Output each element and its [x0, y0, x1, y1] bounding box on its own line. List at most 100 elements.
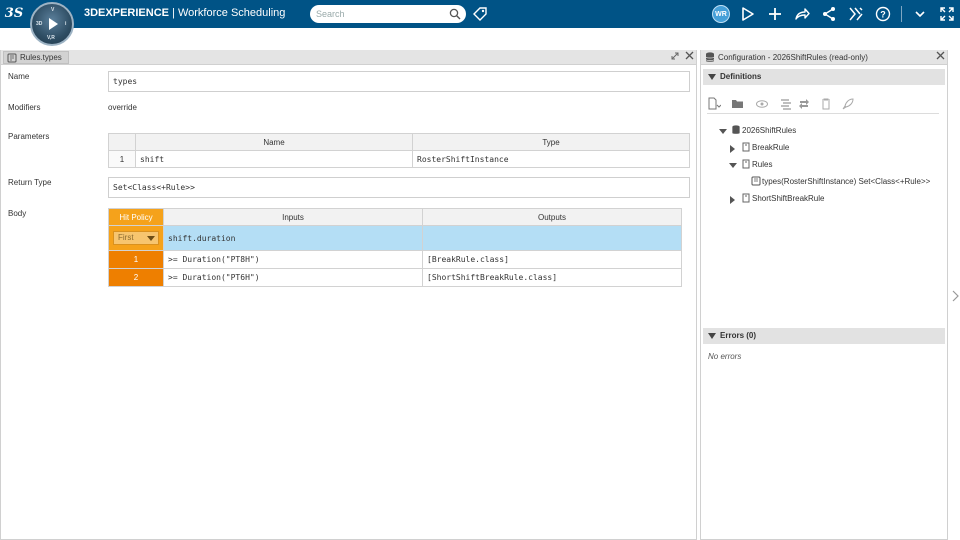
apps-icon[interactable]: [847, 5, 865, 23]
compass-play-icon: [49, 18, 58, 30]
expand-arrow-icon[interactable]: [730, 196, 735, 204]
app-name: Workforce Scheduling: [177, 7, 286, 19]
configuration-title: Configuration - 2026ShiftRules (read-onl…: [718, 53, 868, 62]
tab-rules-types[interactable]: Rules.types: [3, 51, 69, 64]
user-initials: WR: [715, 10, 727, 18]
tree-node-2026shiftrules[interactable]: 2026ShiftRules: [719, 125, 797, 135]
rule-output-cell[interactable]: [BreakRule.class]: [422, 250, 682, 269]
tree-node-types-method[interactable]: types(RosterShiftInstance) Set<Class<+Ru…: [751, 176, 931, 186]
rule-method-icon: [751, 176, 761, 186]
help-icon[interactable]: ?: [874, 5, 892, 23]
tree-node-label: BreakRule: [752, 143, 790, 152]
parameters-table: Name Type 1 shift RosterShiftInstance: [108, 133, 690, 168]
add-icon[interactable]: [766, 5, 784, 23]
maximize-icon[interactable]: [669, 51, 681, 63]
parameters-label: Parameters: [8, 132, 50, 141]
rule-number: 2: [108, 268, 164, 287]
tree-node-label: 2026ShiftRules: [742, 126, 797, 135]
name-field[interactable]: types: [108, 71, 690, 92]
tree-node-shortshiftbreakrule[interactable]: ShortShiftBreakRule: [730, 193, 825, 204]
rule-number: 1: [108, 250, 164, 269]
expand-arrow-icon[interactable]: [719, 129, 727, 134]
rule-method-icon: [7, 53, 17, 63]
user-avatar[interactable]: WR: [712, 5, 730, 23]
outputs-header: Outputs: [422, 208, 682, 226]
input-expression-cell[interactable]: shift.duration: [163, 225, 423, 251]
ds-logo-icon: 3S: [4, 6, 24, 21]
compass-bottom-label: V,R: [47, 35, 55, 41]
compass-right-label: i: [65, 21, 67, 27]
share-icon[interactable]: [793, 5, 811, 23]
compass-icon[interactable]: V 3D i V,R: [30, 2, 74, 46]
tree-node-label: types(RosterShiftInstance) Set<Class<+Ru…: [762, 177, 931, 186]
database-icon: [732, 125, 740, 134]
close-icon[interactable]: [683, 51, 695, 63]
title-separator: |: [168, 7, 178, 19]
tag-icon[interactable]: [472, 6, 488, 22]
eye-icon[interactable]: [755, 97, 769, 111]
parameters-header-row: Name Type: [108, 133, 690, 151]
fullscreen-icon[interactable]: [938, 5, 956, 23]
refresh-icon[interactable]: [797, 97, 811, 111]
output-expression-cell[interactable]: [422, 225, 682, 251]
table-row[interactable]: 2 >= Duration("PT6H") [ShortShiftBreakRu…: [108, 268, 682, 287]
network-share-icon[interactable]: [820, 5, 838, 23]
rule-input-cell[interactable]: >= Duration("PT6H"): [163, 268, 423, 287]
param-name-cell[interactable]: shift: [135, 150, 413, 168]
body-label: Body: [8, 209, 27, 218]
top-bar: 3S 3DEXPERIENCE | Workforce Scheduling W…: [0, 0, 960, 28]
table-row[interactable]: 1 shift RosterShiftInstance: [108, 150, 690, 168]
name-label: Name: [8, 72, 30, 81]
class-icon: [742, 193, 750, 203]
tree-node-breakrule[interactable]: BreakRule: [730, 142, 790, 153]
expand-arrow-icon[interactable]: [730, 145, 735, 153]
search-icon[interactable]: [449, 8, 461, 20]
definitions-label: Definitions: [720, 72, 762, 81]
tab-label: Rules.types: [20, 53, 62, 62]
table-row[interactable]: 1 >= Duration("PT8H") [BreakRule.class]: [108, 250, 682, 269]
name-column-header: Name: [135, 133, 413, 151]
close-icon[interactable]: [934, 51, 946, 63]
errors-section-header[interactable]: Errors (0): [703, 328, 945, 344]
search-box[interactable]: [310, 5, 466, 23]
toolbar-divider: [901, 6, 902, 22]
param-type-cell[interactable]: RosterShiftInstance: [412, 150, 690, 168]
svg-text:?: ?: [880, 10, 886, 20]
search-input[interactable]: [316, 7, 444, 21]
app-title: 3DEXPERIENCE | Workforce Scheduling: [84, 7, 285, 19]
modifiers-value: override: [108, 103, 137, 112]
collapse-icon: [708, 74, 716, 80]
chevron-down-icon: [147, 236, 155, 241]
return-type-field[interactable]: Set<Class<+Rule>>: [108, 177, 690, 198]
class-icon: [742, 142, 750, 152]
top-right-toolbar: WR ?: [712, 0, 960, 28]
compass-left-label: 3D: [36, 21, 43, 27]
decision-header-row: Hit Policy Inputs Outputs: [108, 208, 682, 226]
hit-policy-header: Hit Policy: [108, 208, 164, 226]
flag-icon[interactable]: [739, 5, 757, 23]
trash-icon[interactable]: [819, 97, 833, 111]
new-file-icon[interactable]: [707, 97, 722, 111]
modifiers-label: Modifiers: [8, 103, 41, 112]
folder-icon[interactable]: [731, 97, 745, 111]
definitions-section-header[interactable]: Definitions: [703, 69, 945, 85]
row-index: 1: [108, 150, 136, 168]
decision-table: Hit Policy Inputs Outputs First shift.du…: [108, 208, 682, 287]
collapse-icon: [708, 333, 716, 339]
rule-output-cell[interactable]: [ShortShiftBreakRule.class]: [422, 268, 682, 287]
rule-input-cell[interactable]: >= Duration("PT8H"): [163, 250, 423, 269]
hit-policy-cell: First: [108, 225, 164, 251]
tree-node-rules[interactable]: Rules: [729, 159, 773, 169]
align-icon[interactable]: [779, 97, 793, 111]
errors-label: Errors (0): [720, 331, 757, 340]
class-icon: [742, 159, 750, 169]
expand-arrow-icon[interactable]: [729, 163, 737, 168]
hit-policy-dropdown[interactable]: First: [113, 231, 159, 245]
tree-node-label: Rules: [752, 160, 773, 169]
inputs-header: Inputs: [163, 208, 423, 226]
chevron-down-icon[interactable]: [911, 5, 929, 23]
chevron-right-icon[interactable]: [951, 290, 959, 302]
compass-top-label: V: [51, 7, 55, 13]
tree-node-label: ShortShiftBreakRule: [752, 194, 825, 203]
rocket-icon[interactable]: [841, 97, 855, 111]
